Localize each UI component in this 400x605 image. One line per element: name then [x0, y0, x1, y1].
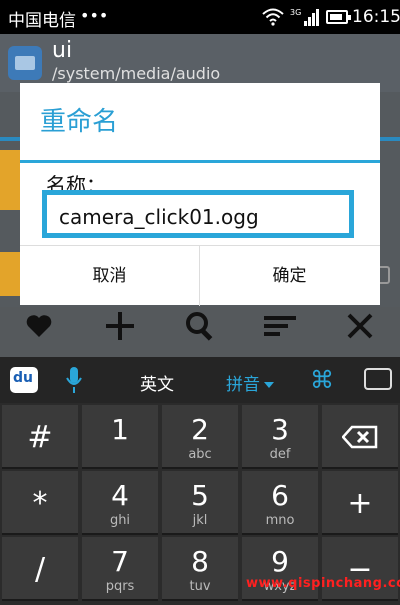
- close-icon[interactable]: [346, 312, 374, 340]
- wifi-icon: [262, 8, 284, 26]
- ime-logo-text: du: [13, 370, 33, 386]
- key-2[interactable]: 2 abc: [162, 405, 238, 469]
- backspace-icon: [341, 425, 378, 449]
- microphone-icon[interactable]: [66, 366, 82, 394]
- key-plus[interactable]: +: [322, 471, 398, 535]
- filename-input[interactable]: camera_click01.ogg: [42, 190, 354, 238]
- key-5[interactable]: 5 jkl: [162, 471, 238, 535]
- ime-toolbar: [0, 357, 400, 403]
- key-1[interactable]: 1: [82, 405, 158, 469]
- command-key-icon[interactable]: ⌘: [310, 366, 334, 394]
- ime-tab-english[interactable]: 英文: [140, 370, 174, 395]
- backspace-key[interactable]: [322, 405, 398, 469]
- rename-dialog: 重命名 名称： camera_click01.ogg 取消 确定: [20, 83, 380, 306]
- key-slash[interactable]: /: [2, 537, 78, 601]
- ok-button[interactable]: 确定: [200, 246, 379, 306]
- battery-icon: [326, 10, 351, 24]
- cancel-button[interactable]: 取消: [20, 246, 200, 306]
- signal-icon: 3G: [290, 8, 319, 26]
- ime-tab-pinyin[interactable]: 拼音: [226, 370, 274, 395]
- baidu-ime-logo[interactable]: du: [10, 367, 38, 393]
- key-6[interactable]: 6 mno: [242, 471, 318, 535]
- key-9[interactable]: 9 wxyz: [242, 537, 318, 601]
- notification-dots: •••: [80, 6, 109, 25]
- key-hash[interactable]: #: [2, 405, 78, 469]
- file-manager-icon[interactable]: [8, 46, 42, 80]
- key-star[interactable]: *: [2, 471, 78, 535]
- network-type-label: 3G: [290, 8, 301, 17]
- sort-icon[interactable]: [264, 314, 296, 338]
- dialog-title: 重命名: [40, 107, 119, 137]
- folder-icon: [0, 252, 20, 296]
- key-8[interactable]: 8 tuv: [162, 537, 238, 601]
- keyboard-hide-icon[interactable]: [364, 368, 392, 390]
- key-4[interactable]: 4 ghi: [82, 471, 158, 535]
- plus-icon[interactable]: [104, 310, 136, 342]
- dialog-divider: [20, 160, 380, 163]
- current-path: /system/media/audio: [52, 64, 221, 83]
- heart-icon[interactable]: [26, 314, 52, 338]
- watermark-text: www.qispinchang.com: [246, 576, 400, 591]
- carrier-name: 中国电信: [8, 11, 76, 31]
- key-7[interactable]: 7 pqrs: [82, 537, 158, 601]
- search-icon[interactable]: [184, 310, 216, 342]
- app-title: ui: [52, 38, 73, 63]
- dialog-button-row: 取消 确定: [20, 245, 380, 306]
- clock: 16:15: [352, 7, 400, 27]
- folder-icon: [0, 150, 20, 210]
- status-bar: 中国电信 ••• 3G 16:15: [0, 0, 400, 34]
- key-3[interactable]: 3 def: [242, 405, 318, 469]
- key-minus[interactable]: −: [322, 537, 398, 601]
